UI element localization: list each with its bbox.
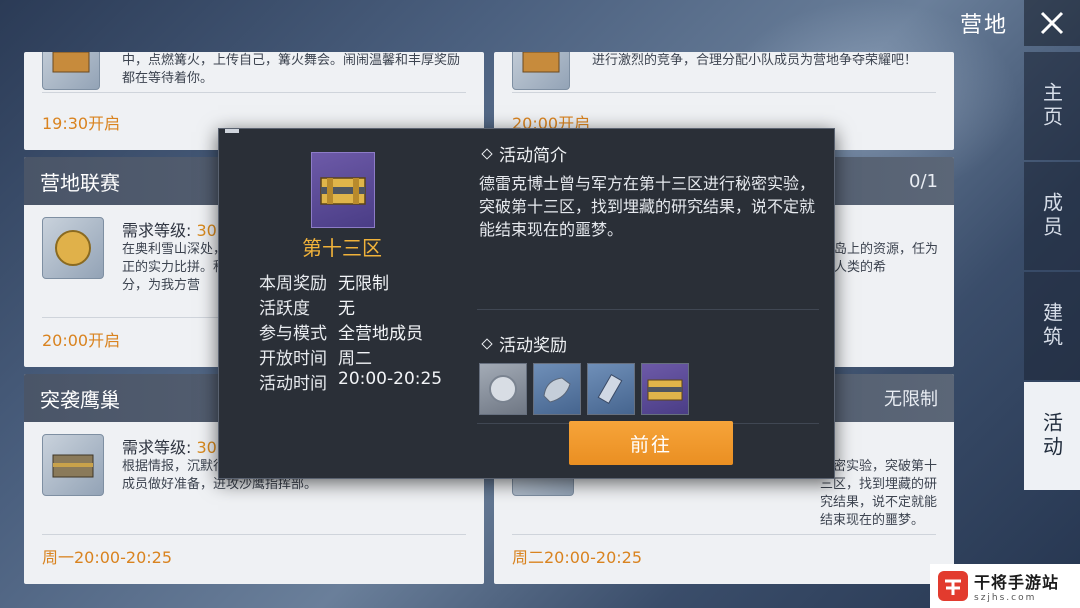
- activity-description: 中，点燃篝火，上传自己，篝火舞会。闹闹温馨和丰厚奖励都在等待着你。: [122, 53, 461, 86]
- card-title: 突袭鹰巢: [40, 387, 120, 412]
- info-row: 活动时间 20:00-20:25: [259, 369, 443, 394]
- activity-time: 19:30开启: [42, 114, 121, 133]
- activity-description: 进行激烈的竞争，合理分配小队成员为营地争夺荣耀吧！: [592, 53, 918, 68]
- zone-13-crate-icon: [311, 152, 375, 228]
- reward-item[interactable]: [641, 363, 689, 415]
- device-icon: [597, 374, 623, 404]
- requirement-level: 需求等级: 30: [122, 438, 217, 457]
- activity-thumb: [42, 52, 100, 90]
- crate-icon: [52, 52, 90, 73]
- diamond-icon: [481, 337, 493, 350]
- info-row: 活跃度无: [259, 299, 355, 319]
- reward-item[interactable]: [533, 363, 581, 415]
- activity-time: 20:00开启: [42, 331, 121, 350]
- coin-icon: [489, 375, 517, 403]
- nav-tab-label: 活动: [1039, 412, 1064, 460]
- modal-item-panel: 第十三区 本周奖励 无限制 活跃度无 参与模式 全营地成员 开放时间 周二 活动时间 2…: [219, 141, 465, 478]
- coin-icon: [55, 230, 91, 266]
- activity-thumb: [42, 217, 104, 279]
- card-title: 营地联赛: [40, 170, 120, 195]
- site-logo-icon: [938, 571, 968, 601]
- item-name: 第十三区: [302, 236, 382, 260]
- activity-time: 周一20:00-20:25: [42, 548, 172, 567]
- activity-description: 秘密实验，突破第十三区，找到埋藏的研究结果，说不定就能结束现在的噩梦。: [820, 459, 938, 528]
- crate-icon: [52, 454, 94, 478]
- nav-tab-label: 建筑: [1039, 302, 1064, 350]
- card-divider: [512, 92, 936, 93]
- activity-info-list: 本周奖励 无限制 活跃度无 参与模式 全营地成员 开放时间 周二 活动时间 20:00-…: [259, 269, 442, 394]
- intro-heading: 活动简介: [477, 141, 827, 166]
- card-divider: [512, 534, 936, 535]
- card-divider: [42, 92, 466, 93]
- card-divider: [42, 534, 466, 535]
- top-bar: 营地: [960, 0, 1080, 46]
- reward-list: [479, 363, 689, 415]
- activity-time: 周二20:00-20:25: [512, 548, 642, 567]
- close-button[interactable]: [1024, 0, 1080, 46]
- page-title: 营地: [959, 13, 1008, 38]
- requirement-level: 需求等级: 30: [122, 221, 217, 240]
- nav-tab-label: 主页: [1039, 82, 1064, 130]
- nav-tab-label: 成员: [1039, 192, 1064, 240]
- activity-description: 岛上的资源，任为人类的希: [834, 242, 939, 275]
- nav-tab-buildings[interactable]: 建筑: [1024, 272, 1080, 380]
- nav-tab-activities[interactable]: 活动: [1024, 382, 1080, 490]
- crate-icon: [522, 52, 560, 73]
- close-icon: [1040, 11, 1064, 35]
- diamond-icon: [481, 147, 493, 160]
- info-row: 开放时间 周二: [259, 349, 372, 369]
- go-button[interactable]: 前往: [569, 421, 733, 465]
- activity-description: 在奥利雪山深处，正的实力比拼。积分，为我方营: [122, 242, 227, 293]
- participation-count: 0/1: [909, 170, 938, 192]
- intro-text: 德雷克博士曾与军方在第十三区进行秘密实验，突破第十三区，找到埋藏的研究结果，说不…: [479, 174, 816, 239]
- reward-limit-badge: 无限制: [884, 389, 938, 410]
- nav-tab-home[interactable]: 主页: [1024, 52, 1080, 160]
- watermark-text: 干将手游站: [974, 573, 1060, 592]
- section-divider: [477, 309, 819, 310]
- gold-crate-icon: [647, 379, 683, 401]
- reward-item[interactable]: [587, 363, 635, 415]
- armor-icon: [543, 377, 571, 403]
- info-row: 参与模式 全营地成员: [259, 324, 423, 344]
- rewards-heading: 活动奖励: [477, 331, 567, 356]
- activity-thumb: [42, 434, 104, 496]
- side-nav: 主页 成员 建筑 活动: [1024, 52, 1080, 608]
- nav-tab-members[interactable]: 成员: [1024, 162, 1080, 270]
- reward-item[interactable]: [479, 363, 527, 415]
- modal-grip: [225, 129, 239, 133]
- activity-thumb: [512, 52, 570, 90]
- watermark-url: szjhs.com: [974, 593, 1037, 603]
- site-watermark: 干将手游站 szjhs.com: [930, 564, 1080, 608]
- activity-detail-modal: 第十三区 本周奖励 无限制 活跃度无 参与模式 全营地成员 开放时间 周二 活动时间 2…: [218, 128, 835, 479]
- info-row: 本周奖励 无限制: [259, 274, 389, 294]
